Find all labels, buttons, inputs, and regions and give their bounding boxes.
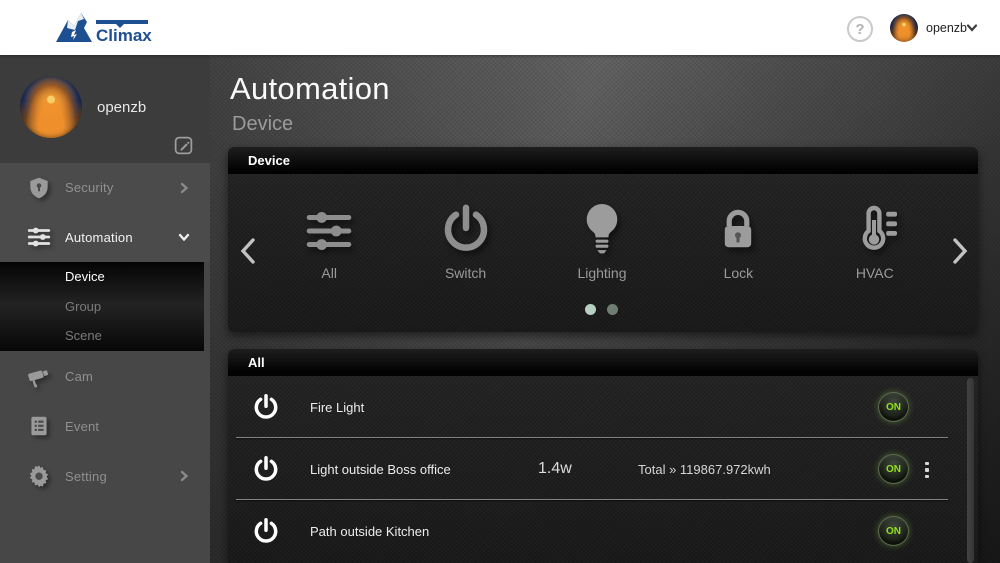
power-toggle-button[interactable]: ON — [878, 392, 909, 422]
category-hvac[interactable]: HVAC — [807, 194, 943, 281]
page-subtitle: Device — [232, 113, 294, 135]
sidebar-item-security[interactable]: Security — [0, 163, 210, 213]
sidebar-item-label: Event — [65, 418, 100, 434]
page-title: Automation — [230, 71, 390, 106]
power-icon — [440, 194, 492, 256]
svg-text:Climax: Climax — [96, 26, 152, 45]
help-icon[interactable]: ? — [847, 16, 873, 42]
edit-profile-icon[interactable] — [173, 135, 194, 156]
sidebar-username: openzb — [97, 99, 147, 116]
device-name: Path outside Kitchen — [310, 523, 430, 539]
main-content: Automation Device Device All Switch Ligh… — [210, 55, 1000, 563]
chevron-down-icon — [178, 234, 190, 242]
chevron-right-icon — [180, 182, 189, 193]
topbar: Climax ? openzb — [0, 0, 1000, 55]
sidebar: openzb Security Automation Device Group … — [0, 55, 210, 563]
device-carousel: All Switch Lighting Lock HVAC — [228, 174, 978, 332]
category-label: Switch — [444, 265, 487, 281]
device-category-panel: Device All Switch Lighting Lock HVAC — [228, 147, 978, 332]
gear-icon — [29, 465, 49, 488]
category-label: All — [321, 265, 337, 281]
category-lighting[interactable]: Lighting — [534, 194, 670, 281]
sidebar-item-label: Cam — [65, 368, 94, 384]
event-list-icon — [31, 416, 47, 436]
sidebar-item-label: Setting — [65, 468, 107, 484]
category-row: All Switch Lighting Lock HVAC — [261, 194, 943, 281]
sidebar-item-automation[interactable]: Automation — [0, 213, 210, 263]
kebab-menu-icon[interactable] — [920, 456, 934, 484]
sidebar-item-label: Automation — [65, 229, 133, 245]
sidebar-nav-lower: Cam Event Setting — [0, 351, 210, 563]
category-lock[interactable]: Lock — [670, 194, 806, 281]
chevron-right-icon[interactable] — [950, 237, 970, 265]
sliders-icon — [302, 194, 356, 256]
power-icon — [254, 394, 278, 419]
power-toggle-button[interactable]: ON — [878, 454, 909, 484]
device-panel-header: Device — [228, 147, 978, 174]
sidebar-item-cam[interactable]: Cam — [0, 351, 210, 401]
sidebar-item-group[interactable]: Group — [0, 292, 204, 322]
chevron-right-icon — [180, 470, 189, 482]
list-panel-header: All — [228, 349, 978, 376]
device-name: Light outside Boss office — [310, 461, 451, 477]
sidebar-item-label: Security — [65, 180, 114, 196]
topbar-username[interactable]: openzb — [926, 0, 967, 55]
chevron-left-icon[interactable] — [238, 237, 258, 265]
carousel-pagination — [585, 304, 618, 315]
category-label: Lighting — [577, 265, 627, 281]
user-avatar-large[interactable] — [20, 76, 82, 138]
user-avatar-small[interactable] — [890, 14, 918, 42]
pagination-dot[interactable] — [607, 304, 618, 315]
app-window: Climax ? openzb openzb Security Automati… — [0, 0, 1000, 563]
sidebar-nav-upper: Security Automation — [0, 163, 210, 262]
sidebar-item-event[interactable]: Event — [0, 401, 210, 451]
sidebar-item-scene[interactable]: Scene — [0, 321, 204, 351]
category-label: Lock — [723, 265, 754, 281]
lock-icon — [714, 194, 762, 256]
device-row: Path outside Kitchen ON — [228, 500, 978, 562]
shield-icon — [30, 177, 48, 199]
device-list-panel: All Fire Light ON Light outside Boss off… — [228, 349, 978, 563]
sidebar-item-device[interactable]: Device — [0, 262, 204, 292]
sliders-icon — [27, 227, 51, 247]
device-list: Fire Light ON Light outside Boss office … — [228, 376, 978, 563]
device-total-energy: Total » 119867.972kwh — [638, 461, 771, 477]
pagination-dot-active[interactable] — [585, 304, 596, 315]
device-power-value: 1.4w — [538, 460, 572, 477]
power-toggle-button[interactable]: ON — [878, 516, 909, 546]
category-switch[interactable]: Switch — [397, 194, 533, 281]
category-all[interactable]: All — [261, 194, 397, 281]
sidebar-item-setting[interactable]: Setting — [0, 451, 210, 501]
power-icon — [254, 518, 278, 543]
chevron-down-icon[interactable] — [966, 23, 978, 33]
category-label: HVAC — [855, 265, 894, 281]
sidebar-profile: openzb — [0, 55, 210, 163]
list-scrollbar[interactable] — [967, 378, 974, 563]
device-name: Fire Light — [310, 399, 365, 415]
camera-icon — [28, 370, 49, 388]
device-row: Light outside Boss office 1.4w Total » 1… — [228, 438, 978, 500]
device-row: Fire Light ON — [228, 376, 978, 438]
sidebar-submenu-automation: Device Group Scene — [0, 262, 204, 351]
power-icon — [254, 456, 278, 481]
bulb-icon — [577, 194, 627, 256]
climax-logo: Climax — [56, 13, 152, 45]
thermometer-icon — [849, 194, 901, 256]
